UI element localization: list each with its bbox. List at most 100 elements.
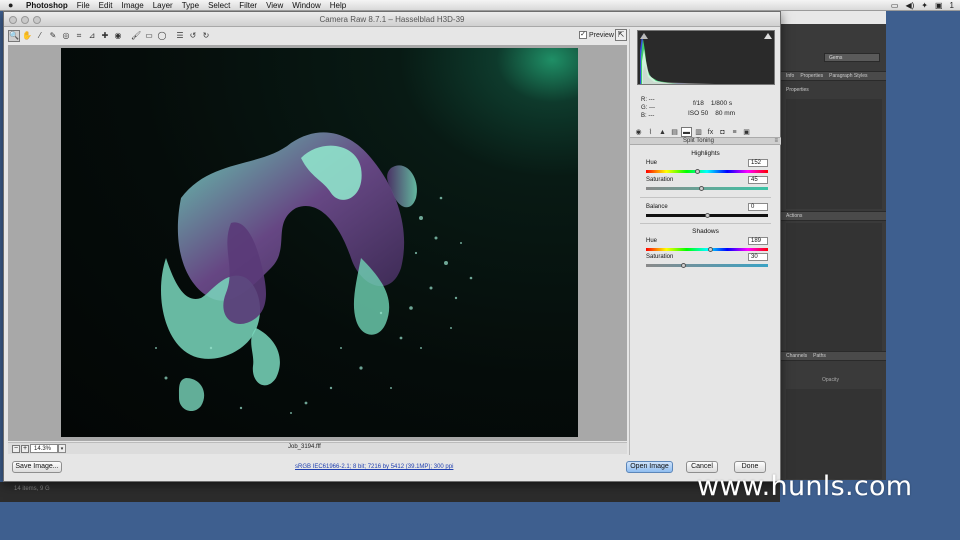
crop-tool-icon[interactable]: ⌗ xyxy=(73,30,85,42)
properties-heading: Properties xyxy=(786,87,809,93)
slider-thumb[interactable] xyxy=(695,169,701,174)
menu-help[interactable]: Help xyxy=(330,1,346,10)
panel-menu-icon[interactable]: ≡ xyxy=(774,138,778,145)
r-value: --- xyxy=(648,97,655,103)
slider-value-field[interactable]: 189 xyxy=(748,237,768,245)
adjustments-panel: R: --- G: --- B: --- f/18 1/800 s ISO 50 8… xyxy=(629,29,781,455)
zoom-level-field[interactable]: 14.3% xyxy=(30,444,58,453)
menu-extra-count: 1 xyxy=(949,1,954,10)
menu-view[interactable]: View xyxy=(266,1,283,10)
fullscreen-toggle-icon[interactable]: ⇱ xyxy=(615,29,627,41)
white-balance-tool-icon[interactable]: ⁄ xyxy=(34,30,46,42)
slider-track[interactable] xyxy=(646,248,768,251)
highlight-clipping-warning-icon[interactable] xyxy=(764,33,772,39)
layers-panel xyxy=(786,389,882,479)
close-window-icon[interactable] xyxy=(9,16,17,24)
rotate-left-icon[interactable]: ↺ xyxy=(187,30,199,42)
zoom-dropdown-icon[interactable]: ▾ xyxy=(58,444,66,453)
open-image-button[interactable]: Open Image xyxy=(626,461,673,473)
radial-filter-icon[interactable]: ◯ xyxy=(156,30,168,42)
menu-layer[interactable]: Layer xyxy=(153,1,173,10)
tab-detail-icon[interactable]: ▲ xyxy=(657,127,668,137)
straighten-tool-icon[interactable]: ⊿ xyxy=(86,30,98,42)
tab-presets-icon[interactable]: ≡ xyxy=(729,127,740,137)
focal-length-value: 80 mm xyxy=(715,110,736,117)
slider-value-field[interactable]: 45 xyxy=(748,176,768,184)
divider xyxy=(640,197,771,198)
tab-snapshots-icon[interactable]: ▣ xyxy=(741,127,752,137)
tab-paths[interactable]: Paths xyxy=(813,353,826,359)
rotate-right-icon[interactable]: ↻ xyxy=(200,30,212,42)
tab-actions[interactable]: Actions xyxy=(786,213,802,219)
menu-filter[interactable]: Filter xyxy=(239,1,257,10)
volume-icon[interactable]: ◀) xyxy=(905,1,914,10)
balance-slider[interactable]: Balance 0 xyxy=(644,203,768,222)
menu-edit[interactable]: Edit xyxy=(99,1,113,10)
menu-window[interactable]: Window xyxy=(292,1,320,10)
red-eye-removal-tool-icon[interactable]: ◉ xyxy=(112,30,124,42)
menu-file[interactable]: File xyxy=(77,1,90,10)
panel-tabs: ◉ ⌇ ▲ ▤ ▬ ▥ fx ◘ ≡ ▣ xyxy=(633,126,779,137)
slider-value-field[interactable]: 0 xyxy=(748,203,768,211)
zoom-in-icon[interactable]: + xyxy=(21,445,29,453)
tab-info[interactable]: Info xyxy=(786,73,794,79)
image-preview-area[interactable] xyxy=(8,45,627,441)
tab-effects-icon[interactable]: fx xyxy=(705,127,716,137)
slider-label: Hue xyxy=(646,238,658,244)
slider-thumb[interactable] xyxy=(698,186,704,191)
slider-value-field[interactable]: 30 xyxy=(748,253,768,261)
zoom-out-icon[interactable]: − xyxy=(12,445,20,453)
opacity-label: Opacity xyxy=(822,377,839,383)
menu-image[interactable]: Image xyxy=(121,1,143,10)
tab-properties[interactable]: Properties xyxy=(800,73,823,79)
slider-track[interactable] xyxy=(646,187,768,190)
targeted-adjustment-tool-icon[interactable]: ◎ xyxy=(60,30,72,42)
zoom-window-icon[interactable] xyxy=(33,16,41,24)
b-label: B: xyxy=(641,113,647,119)
menu-type[interactable]: Type xyxy=(182,1,199,10)
slider-label: Balance xyxy=(646,204,668,210)
slider-track[interactable] xyxy=(646,264,768,267)
menu-photoshop[interactable]: Photoshop xyxy=(26,1,68,10)
save-image-button[interactable]: Save Image... xyxy=(12,461,62,473)
raw-photo-preview[interactable] xyxy=(61,48,578,437)
hand-tool-icon[interactable]: ✋ xyxy=(21,30,33,42)
shadow-clipping-warning-icon[interactable] xyxy=(640,33,648,39)
dropbox-icon[interactable]: ✦ xyxy=(921,1,928,10)
properties-panel xyxy=(786,99,882,209)
preferences-icon[interactable]: ☰ xyxy=(174,30,186,42)
preview-toggle[interactable]: ✓ Preview xyxy=(579,31,614,39)
graduated-filter-icon[interactable]: ▭ xyxy=(143,30,155,42)
finder-status-text: 14 items, 9 G xyxy=(14,486,50,492)
screen-share-icon[interactable]: ▭ xyxy=(891,1,899,10)
menu-select[interactable]: Select xyxy=(208,1,230,10)
r-label: R: xyxy=(641,97,647,103)
slider-thumb[interactable] xyxy=(680,263,686,268)
highlights-saturation-slider[interactable]: Saturation 45 xyxy=(644,176,768,195)
preview-checkbox[interactable]: ✓ xyxy=(579,31,587,39)
tab-basic-icon[interactable]: ◉ xyxy=(633,127,644,137)
tab-split-toning-icon[interactable]: ▬ xyxy=(681,126,692,137)
workflow-options-link[interactable]: sRGB IEC61966-2.1; 8 bit; 7216 by 5412 (… xyxy=(295,464,453,470)
spot-removal-tool-icon[interactable]: ✚ xyxy=(99,30,111,42)
zoom-tool-icon[interactable]: 🔍 xyxy=(8,30,20,42)
window-titlebar: Camera Raw 8.7.1 – Hasselblad H3D-39 xyxy=(4,12,780,27)
slider-track[interactable] xyxy=(646,170,768,173)
slider-value-field[interactable]: 152 xyxy=(748,159,768,167)
tab-paragraph-styles[interactable]: Paragraph Styles xyxy=(829,73,867,79)
tab-channels[interactable]: Channels xyxy=(786,353,807,359)
tab-lens-corrections-icon[interactable]: ▥ xyxy=(693,127,704,137)
workspace-switcher[interactable]: Gems xyxy=(824,53,880,62)
menu-extra-icon[interactable]: ▣ xyxy=(935,1,943,10)
slider-thumb[interactable] xyxy=(708,247,714,252)
slider-thumb[interactable] xyxy=(705,213,710,218)
tab-tone-curve-icon[interactable]: ⌇ xyxy=(645,127,656,137)
shadows-saturation-slider[interactable]: Saturation 30 xyxy=(644,253,768,272)
minimize-window-icon[interactable] xyxy=(21,16,29,24)
tab-hsl-icon[interactable]: ▤ xyxy=(669,127,680,137)
adjustment-brush-icon[interactable]: 🖌 xyxy=(130,30,142,42)
apple-menu-icon[interactable]: ● xyxy=(8,0,16,10)
dialog-bottom-bar: Save Image... sRGB IEC61966-2.1; 8 bit; … xyxy=(4,455,780,481)
tab-camera-calibration-icon[interactable]: ◘ xyxy=(717,127,728,137)
color-sampler-tool-icon[interactable]: ✎ xyxy=(47,30,59,42)
